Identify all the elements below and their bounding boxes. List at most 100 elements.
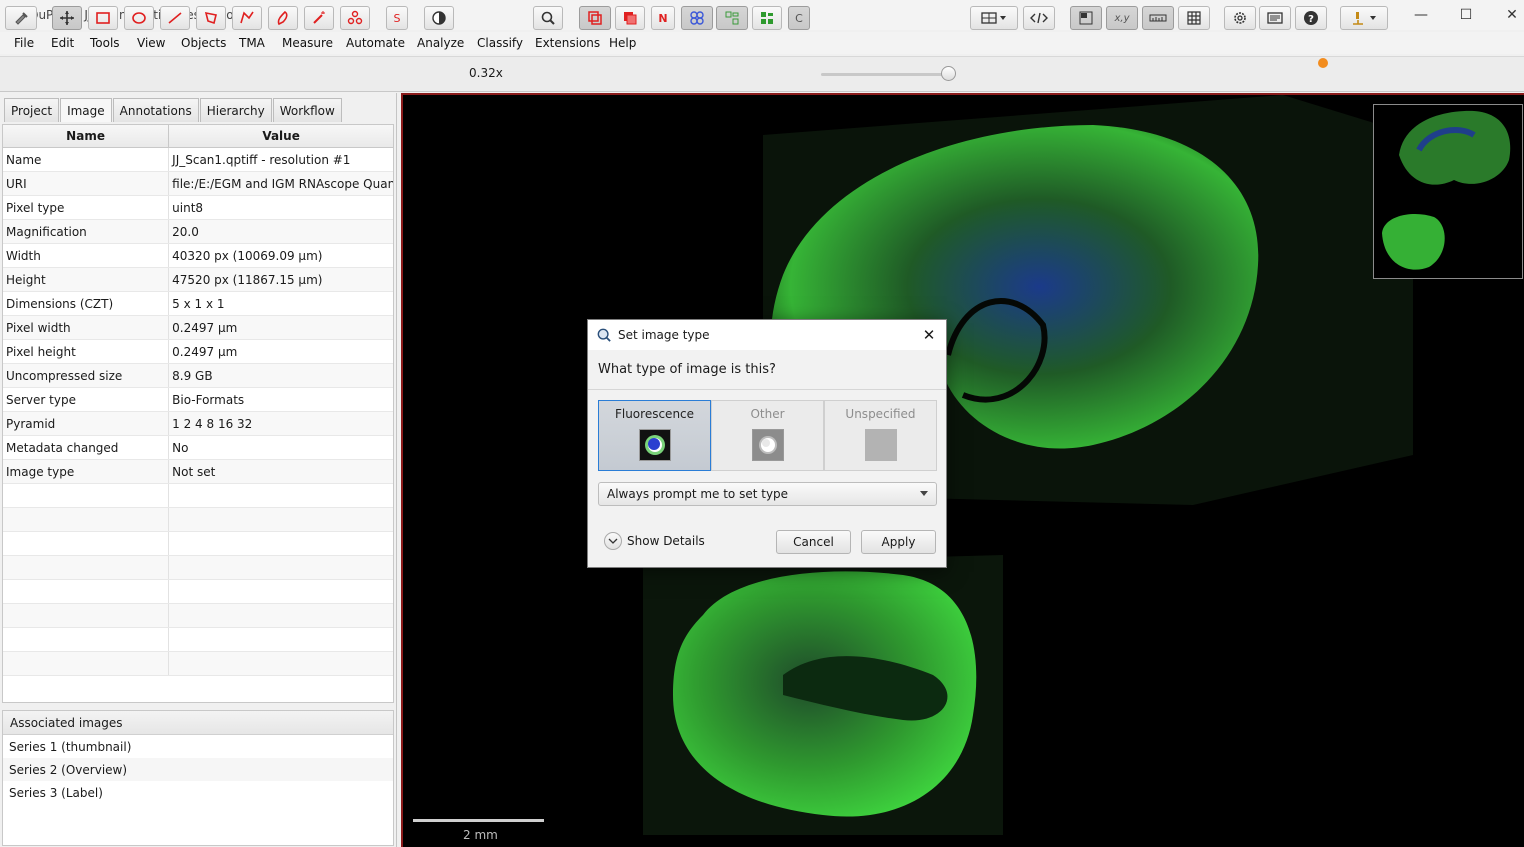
show-grid-button[interactable] [1178,6,1210,30]
option-unspecified[interactable]: Unspecified [824,400,937,471]
polyline-tool-button[interactable] [232,6,262,30]
wand-icon [313,11,325,24]
help-button[interactable]: ? [1295,6,1327,30]
zoom-to-fit-button[interactable] [533,6,563,30]
minimize-button[interactable]: — [1398,0,1444,30]
show-details-toggle[interactable]: Show Details [604,532,705,550]
show-detections-button[interactable] [716,6,748,30]
fill-detections-button[interactable] [752,6,782,30]
table-row[interactable]: Metadata changed No [3,436,393,460]
option-fluorescence[interactable]: Fluorescence [598,400,711,471]
table-row[interactable]: Magnification 20.0 [3,220,393,244]
table-row[interactable] [3,532,393,556]
overview-thumbnail[interactable] [1373,104,1523,279]
show-scalebar-button[interactable] [1142,6,1174,30]
show-names-button[interactable]: N [651,6,675,30]
menu-edit[interactable]: Edit [51,36,74,50]
table-row[interactable]: Uncompressed size 8.9 GB [3,364,393,388]
cancel-button[interactable]: Cancel [776,530,851,554]
scalebar-icon [1149,14,1167,22]
table-row[interactable] [3,556,393,580]
table-row[interactable] [3,628,393,652]
tab-image[interactable]: Image [60,98,112,122]
menu-file[interactable]: File [14,36,34,50]
maximize-button[interactable]: ☐ [1443,0,1489,30]
close-window-button[interactable]: ✕ [1489,0,1524,30]
option-other[interactable]: Other [711,400,824,471]
script-editor-button[interactable] [1023,6,1055,30]
show-tma-grid-button[interactable] [681,6,713,30]
microscope-menu-button[interactable] [1340,6,1388,30]
table-row[interactable]: Dimensions (CZT) 5 x 1 x 1 [3,292,393,316]
menu-extensions[interactable]: Extensions [535,36,600,50]
show-connections-button[interactable]: C [788,6,810,30]
tab-workflow[interactable]: Workflow [272,98,342,122]
preferences-button[interactable] [1224,6,1256,30]
table-row[interactable]: URI file:/E:/EGM and IGM RNAscope Quanti.… [3,172,393,196]
dialog-question: What type of image is this? [588,350,946,390]
menu-analyze[interactable]: Analyze [417,36,464,50]
rectangle-tool-button[interactable] [88,6,118,30]
fill-annotations-button[interactable] [615,6,645,30]
list-item[interactable]: Series 2 (Overview) [3,758,393,781]
table-row[interactable] [3,580,393,604]
dialog-close-button[interactable]: ✕ [920,326,938,344]
view-grid-menu-button[interactable] [970,6,1018,30]
table-row[interactable]: Width 40320 px (10069.09 μm) [3,244,393,268]
column-header-value[interactable]: Value [169,125,393,147]
ellipse-tool-button[interactable] [124,6,154,30]
table-row[interactable]: Height 47520 px (11867.15 μm) [3,268,393,292]
show-annotations-button[interactable] [579,6,611,30]
table-row[interactable] [3,604,393,628]
table-row[interactable]: Pixel width 0.2497 μm [3,316,393,340]
image-viewer[interactable] [401,93,1524,847]
table-row[interactable]: Pixel type uint8 [3,196,393,220]
brightness-contrast-button[interactable] [424,6,454,30]
selection-mode-button[interactable]: S [386,6,408,30]
show-overview-button[interactable] [1070,6,1102,30]
opacity-slider-knob[interactable] [941,66,956,81]
pin-tool-button[interactable] [5,6,37,30]
show-cursor-location-button[interactable]: x,y [1106,6,1138,30]
list-item[interactable]: Series 1 (thumbnail) [3,735,393,758]
opacity-slider-track[interactable] [821,73,945,76]
menu-measure[interactable]: Measure [282,36,333,50]
image-type-options: Fluorescence Other Unspecified [598,400,937,471]
wand-tool-button[interactable] [304,6,334,30]
table-row[interactable]: Pixel height 0.2497 μm [3,340,393,364]
menu-tools[interactable]: Tools [90,36,120,50]
tab-hierarchy[interactable]: Hierarchy [199,98,272,122]
table-row[interactable] [3,508,393,532]
log-button[interactable] [1259,6,1291,30]
menu-classify[interactable]: Classify [477,36,523,50]
menu-view[interactable]: View [137,36,165,50]
ellipse-icon [132,12,146,24]
brush-tool-button[interactable] [268,6,298,30]
move-tool-button[interactable] [52,6,82,30]
table-row[interactable] [3,652,393,676]
property-value: 1 2 4 8 16 32 [172,416,253,431]
points-tool-button[interactable] [340,6,370,30]
property-value: Not set [172,464,216,479]
menu-objects[interactable]: Objects [181,36,226,50]
table-row[interactable]: Server type Bio-Formats [3,388,393,412]
list-item[interactable]: Series 3 (Label) [3,781,393,804]
table-row[interactable] [3,484,393,508]
svg-text:?: ? [1308,14,1314,25]
menu-tma[interactable]: TMA [239,36,265,50]
tab-project[interactable]: Project [4,98,60,122]
prompt-setting-select[interactable]: Always prompt me to set type [598,482,937,506]
column-header-name[interactable]: Name [3,125,170,147]
magnifier-icon [541,11,555,25]
line-tool-button[interactable] [160,6,190,30]
polygon-tool-button[interactable] [196,6,226,30]
table-row[interactable]: Pyramid 1 2 4 8 16 32 [3,412,393,436]
property-value: 20.0 [172,224,199,239]
menu-automate[interactable]: Automate [346,36,405,50]
table-row[interactable]: Name JJ_Scan1.qptiff - resolution #1 [3,148,393,172]
tab-annotations[interactable]: Annotations [112,98,199,122]
menu-help[interactable]: Help [609,36,636,50]
show-details-label: Show Details [627,534,705,548]
table-row[interactable]: Image type Not set [3,460,393,484]
apply-button[interactable]: Apply [861,530,936,554]
